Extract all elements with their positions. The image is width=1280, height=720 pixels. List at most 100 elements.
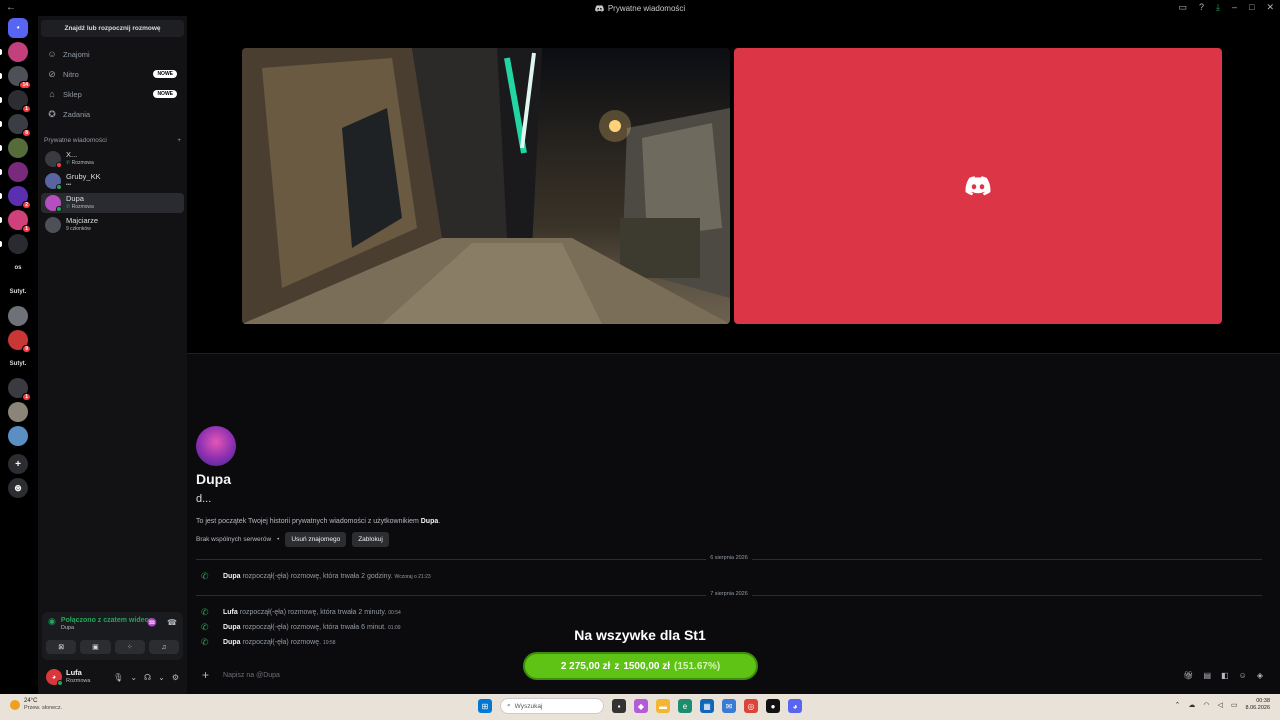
- server-icon[interactable]: 1: [8, 210, 31, 233]
- user-panel: ◕ Lufa Rozmowa 🎙︎ ⌄ ☊ ⌄ ⚙: [42, 664, 183, 690]
- mail-icon[interactable]: ✉: [722, 699, 736, 713]
- cloud-icon[interactable]: ☁: [1188, 701, 1195, 709]
- unread-pip: [0, 73, 2, 79]
- participant-avatar-tile[interactable]: [734, 48, 1222, 324]
- attach-plus-icon[interactable]: +: [202, 668, 209, 682]
- dm-name: X...: [66, 150, 78, 159]
- inbox-icon[interactable]: ▭: [1178, 2, 1187, 13]
- server-icon[interactable]: [8, 234, 28, 254]
- edge-browser-icon[interactable]: e: [678, 699, 692, 713]
- chrome-icon[interactable]: ◎: [744, 699, 758, 713]
- dm-item-gruby[interactable]: Gruby_KK •••: [41, 171, 184, 191]
- server-icon[interactable]: [8, 402, 28, 422]
- file-explorer-icon[interactable]: ▬: [656, 699, 670, 713]
- nav-nitro-label: Nitro: [63, 69, 79, 79]
- server-icon[interactable]: 9: [8, 330, 31, 353]
- task-view-icon[interactable]: ▪: [612, 699, 626, 713]
- server-icon[interactable]: 1: [8, 90, 31, 113]
- gif-icon[interactable]: ▤: [1204, 671, 1212, 680]
- nav-friends[interactable]: ☺ Znajomi: [41, 45, 184, 63]
- find-conversation-button[interactable]: Znajdź lub rozpocznij rozmowę: [41, 20, 184, 37]
- server-folder-label[interactable]: os: [8, 258, 28, 278]
- start-windows-icon[interactable]: ⊞: [478, 699, 492, 713]
- chevron-down-icon[interactable]: ⌄: [158, 673, 165, 682]
- profile-avatar[interactable]: [196, 426, 236, 466]
- user-avatar[interactable]: ◕: [46, 669, 63, 686]
- server-folder-label[interactable]: Sutyt.: [8, 354, 28, 374]
- window-title: Prywatne wiadomości: [595, 4, 685, 13]
- gift-icon[interactable]: 🎁︎: [1183, 671, 1193, 680]
- weather-temp: 24°C: [24, 698, 38, 704]
- obs-icon[interactable]: ●: [766, 699, 780, 713]
- message-input[interactable]: Napisz na @Dupa: [223, 672, 280, 679]
- quests-icon: ✪: [48, 108, 56, 119]
- maximize-button[interactable]: □: [1249, 2, 1254, 13]
- dm-item-x[interactable]: X... ✆ Rozmowa: [41, 149, 184, 169]
- apps-icon[interactable]: ◈: [1257, 671, 1263, 680]
- phone-icon: ✆: [201, 607, 209, 617]
- store-icon[interactable]: ▦: [700, 699, 714, 713]
- dm-status: •••: [66, 182, 72, 188]
- clock[interactable]: 00:38 8.06.2026: [1246, 698, 1270, 712]
- battery-icon[interactable]: ▭: [1231, 701, 1238, 709]
- window-controls: ▭ ? ⤓ – □ ✕: [1178, 2, 1274, 13]
- headphones-icon[interactable]: ☊: [144, 673, 151, 682]
- download-icon[interactable]: ⤓: [1216, 2, 1220, 13]
- avatar: [45, 195, 62, 212]
- unread-pip: [0, 169, 2, 175]
- server-icon[interactable]: 2: [8, 186, 31, 209]
- nav-shop[interactable]: ⌂ Sklep NOWE: [41, 85, 184, 103]
- add-server-icon[interactable]: +: [8, 454, 28, 474]
- server-list: ◕ 14 1 8 2 1 os Sutyt. 9 Sutyt. 1 + ⊛: [0, 16, 38, 694]
- minimize-button[interactable]: –: [1232, 2, 1237, 13]
- create-dm-icon[interactable]: +: [177, 137, 181, 144]
- unread-pip: [0, 121, 2, 127]
- nav-nitro[interactable]: ⊘ Nitro NOWE: [41, 65, 184, 83]
- mention-badge: 14: [19, 81, 31, 89]
- volume-icon[interactable]: ◁: [1218, 701, 1223, 709]
- taskbar-search[interactable]: ⌕ Wyszukaj: [500, 698, 604, 714]
- dm-name: Majciarze: [66, 216, 99, 225]
- signal-icon[interactable]: ◉: [48, 616, 56, 627]
- settings-gear-icon[interactable]: ⚙: [172, 673, 179, 682]
- remove-friend-button[interactable]: Usuń znajomego: [285, 532, 347, 547]
- microphone-icon[interactable]: 🎙︎: [113, 673, 123, 682]
- server-icon[interactable]: [8, 138, 28, 158]
- mutual-servers-text: Brak wspólnych serwerów: [196, 536, 272, 543]
- discover-compass-icon[interactable]: ⊛: [8, 478, 28, 498]
- close-button[interactable]: ✕: [1266, 2, 1274, 13]
- discord-home-icon[interactable]: ◕: [8, 18, 28, 38]
- server-icon[interactable]: [8, 306, 28, 326]
- server-icon[interactable]: 1: [8, 378, 31, 401]
- help-icon[interactable]: ?: [1199, 2, 1204, 13]
- video-stream-tile[interactable]: [242, 48, 730, 324]
- server-icon[interactable]: [8, 42, 28, 62]
- server-icon[interactable]: 8: [8, 114, 31, 137]
- dm-status: ✆ Rozmowa: [66, 160, 94, 166]
- wifi-icon[interactable]: ◠: [1203, 701, 1209, 709]
- weather-widget[interactable]: 24°C Przew. słonecz.: [10, 698, 62, 711]
- server-icon[interactable]: [8, 162, 28, 182]
- avatar: [45, 173, 62, 190]
- disconnect-icon[interactable]: ☎: [167, 618, 177, 627]
- noise-suppression-icon[interactable]: ♒: [147, 618, 157, 627]
- emoji-icon[interactable]: ☺: [1239, 671, 1247, 680]
- block-button[interactable]: Zablokuj: [352, 532, 389, 547]
- discord-taskbar-icon[interactable]: ◕: [788, 699, 802, 713]
- dm-item-dupa[interactable]: Dupa ✆ Rozmowa: [41, 193, 184, 213]
- tray-chevron-icon[interactable]: ⌃: [1175, 701, 1181, 709]
- server-icon[interactable]: 14: [8, 66, 31, 89]
- server-icon[interactable]: [8, 426, 28, 446]
- sticker-icon[interactable]: ◧: [1221, 671, 1229, 680]
- server-folder-label[interactable]: Sutyt.: [8, 282, 28, 302]
- dm-item-majciarze[interactable]: Majciarze 9 członków: [41, 215, 184, 235]
- clock-date: 8.06.2026: [1245, 705, 1270, 711]
- dm-intro-text: To jest początek Twojej historii prywatn…: [196, 518, 441, 525]
- chevron-down-icon[interactable]: ⌄: [130, 673, 137, 682]
- nav-quests[interactable]: ✪ Zadania: [41, 105, 184, 123]
- sun-icon: [10, 699, 20, 710]
- back-arrow-icon[interactable]: ←: [6, 2, 16, 13]
- copilot-icon[interactable]: ◆: [634, 699, 648, 713]
- friends-icon: ☺: [47, 49, 57, 59]
- goal-separator: z: [614, 660, 620, 672]
